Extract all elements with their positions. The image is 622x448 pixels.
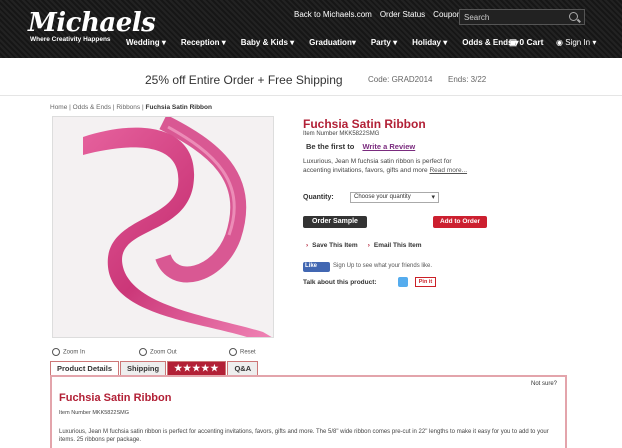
breadcrumb-separator: | xyxy=(112,104,115,111)
search-icon[interactable] xyxy=(569,12,578,21)
tab-ratings[interactable]: ★★★★★ xyxy=(167,361,227,375)
nav-baby-kids[interactable]: Baby & Kids ▾ xyxy=(241,38,294,47)
pinterest-button[interactable]: Pin it xyxy=(415,277,436,287)
breadcrumb-odds-ends[interactable]: Odds & Ends xyxy=(73,104,111,111)
link-order-status[interactable]: Order Status xyxy=(380,10,425,19)
facebook-signup-text: Sign Up to see what your friends like. xyxy=(333,263,433,269)
zoom-out-icon xyxy=(139,348,147,356)
panel-description: Luxurious, Jean M fuchsia satin ribbon i… xyxy=(59,429,549,443)
promo-banner: 25% off Entire Order + Free Shipping Cod… xyxy=(0,58,622,96)
zoom-out-button[interactable]: Zoom Out xyxy=(139,348,177,356)
tagline: Where Creativity Happens xyxy=(30,36,111,43)
write-review-link[interactable]: Write a Review xyxy=(362,142,415,151)
sign-in-label: Sign In ▾ xyxy=(565,38,597,47)
talk-about-label: Talk about this product: xyxy=(303,279,377,286)
breadcrumb-home[interactable]: Home xyxy=(50,104,67,111)
not-sure-link[interactable]: Not sure? xyxy=(531,381,557,387)
breadcrumb: Home | Odds & Ends | Ribbons | Fuchsia S… xyxy=(50,104,212,111)
order-sample-button[interactable]: Order Sample xyxy=(303,216,367,228)
nav-wedding[interactable]: Wedding ▾ xyxy=(126,38,166,47)
zoom-in-icon xyxy=(52,348,60,356)
breadcrumb-current: Fuchsia Satin Ribbon xyxy=(145,104,212,111)
nav-reception[interactable]: Reception ▾ xyxy=(181,38,226,47)
breadcrumb-separator: | xyxy=(141,104,144,111)
zoom-in-button[interactable]: Zoom In xyxy=(52,348,85,356)
product-image[interactable] xyxy=(52,116,274,338)
product-tabs: Product Details Shipping ★★★★★ Q&A xyxy=(50,361,259,375)
cart-link[interactable]: ▣ 0 Cart xyxy=(509,37,544,48)
twitter-icon[interactable] xyxy=(398,277,408,287)
link-back-to-michaels[interactable]: Back to Michaels.com xyxy=(294,10,372,19)
promo-code: Code: GRAD2014 xyxy=(368,75,433,84)
reset-label: Reset xyxy=(240,349,256,356)
save-item-label: Save This Item xyxy=(312,242,358,249)
item-number: Item Number MKK5822SMG xyxy=(303,131,380,137)
review-prompt: Be the first to Write a Review xyxy=(306,142,415,151)
nav-graduation[interactable]: Graduation▾ xyxy=(309,38,356,47)
quantity-select[interactable]: Choose your quantity xyxy=(350,192,439,203)
search-placeholder: Search xyxy=(464,13,490,22)
search-input[interactable]: Search xyxy=(459,9,585,25)
sign-in-link[interactable]: ◉ Sign In ▾ xyxy=(556,38,596,47)
cart-icon: ▣ xyxy=(509,37,520,47)
facebook-like-button[interactable]: Like xyxy=(303,262,330,272)
save-item-link[interactable]: › Save This Item xyxy=(306,242,358,249)
main-nav: Wedding ▾ Reception ▾ Baby & Kids ▾ Grad… xyxy=(126,38,534,47)
nav-party[interactable]: Party ▾ xyxy=(371,38,397,47)
reset-button[interactable]: Reset xyxy=(229,348,256,356)
site-header: Michaels Where Creativity Happens Back t… xyxy=(0,0,622,58)
nav-holiday[interactable]: Holiday ▾ xyxy=(412,38,447,47)
email-item-label: Email This Item xyxy=(373,242,422,249)
panel-title: Fuchsia Satin Ribbon xyxy=(59,392,172,404)
promo-ends: Ends: 3/22 xyxy=(448,75,487,84)
zoom-out-label: Zoom Out xyxy=(150,349,177,356)
add-to-order-button[interactable]: Add to Order xyxy=(433,216,487,228)
user-icon: ◉ xyxy=(556,38,566,47)
item-actions: › Save This Item › Email This Item xyxy=(306,242,422,249)
chevron-right-icon: › xyxy=(367,242,370,249)
tab-product-details[interactable]: Product Details xyxy=(50,361,120,375)
top-links: Back to Michaels.com Order Status Coupon… xyxy=(294,10,465,19)
breadcrumb-separator: | xyxy=(69,104,71,111)
read-more-link[interactable]: Read more... xyxy=(429,167,467,174)
chevron-right-icon: › xyxy=(306,242,309,249)
panel-item-number: Item Number MKK5822SMG xyxy=(59,410,129,416)
breadcrumb-ribbons[interactable]: Ribbons xyxy=(116,104,140,111)
product-title: Fuchsia Satin Ribbon xyxy=(303,117,426,131)
review-prefix: Be the first to xyxy=(306,142,355,151)
product-details-panel: Not sure? Fuchsia Satin Ribbon Item Numb… xyxy=(50,375,567,448)
product-description: Luxurious, Jean M fuchsia satin ribbon i… xyxy=(303,157,473,175)
promo-headline[interactable]: 25% off Entire Order + Free Shipping xyxy=(145,73,343,87)
cart-label: 0 Cart xyxy=(519,37,544,47)
reset-icon xyxy=(229,348,237,356)
tab-shipping[interactable]: Shipping xyxy=(120,361,167,375)
ribbon-image xyxy=(53,117,273,337)
tab-qa[interactable]: Q&A xyxy=(227,361,259,375)
zoom-in-label: Zoom In xyxy=(63,349,86,356)
logo[interactable]: Michaels xyxy=(28,8,156,38)
email-item-link[interactable]: › Email This Item xyxy=(368,242,422,249)
quantity-label: Quantity: xyxy=(303,194,334,201)
